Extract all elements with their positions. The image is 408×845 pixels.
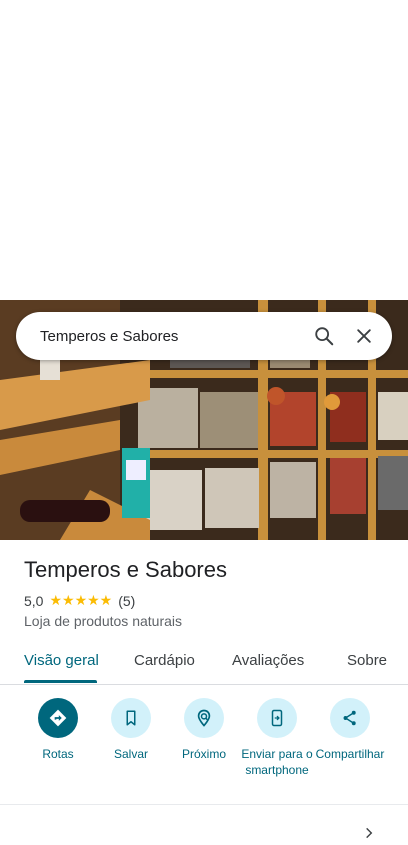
rating-row[interactable]: 5,0 ★★★★★ (5) xyxy=(24,592,135,609)
directions-icon xyxy=(38,698,78,738)
directions-button[interactable]: Rotas xyxy=(18,698,98,762)
tab-reviews[interactable]: Avaliações xyxy=(232,652,304,669)
tab-menu[interactable]: Cardápio xyxy=(134,652,195,669)
review-count[interactable]: (5) xyxy=(118,593,135,609)
place-category: Loja de produtos naturais xyxy=(24,613,182,629)
rating-value: 5,0 xyxy=(24,592,44,609)
nearby-label: Próximo xyxy=(181,747,226,761)
search-icon[interactable] xyxy=(304,316,344,356)
nearby-button[interactable]: Próximo xyxy=(164,698,244,762)
place-tabs: Visão geral Cardápio Avaliações Sobre xyxy=(0,640,408,685)
bookmark-icon xyxy=(111,698,151,738)
tab-about[interactable]: Sobre xyxy=(347,652,387,669)
send-to-phone-icon xyxy=(257,698,297,738)
close-icon[interactable] xyxy=(344,316,384,356)
divider xyxy=(0,804,408,805)
star-rating-icon: ★★★★★ xyxy=(49,592,113,608)
search-query-text[interactable]: Temperos e Sabores xyxy=(16,328,304,345)
send-to-phone-button[interactable]: Enviar para o smartphone xyxy=(237,698,317,778)
chevron-right-icon[interactable] xyxy=(362,826,376,845)
directions-label: Rotas xyxy=(42,747,74,761)
send-to-phone-label: Enviar para o smartphone xyxy=(241,747,313,777)
save-button[interactable]: Salvar xyxy=(91,698,171,762)
share-button[interactable]: Compartilhar xyxy=(310,698,390,762)
share-icon xyxy=(330,698,370,738)
active-tab-indicator xyxy=(24,680,97,683)
place-title: Temperos e Sabores xyxy=(24,557,227,582)
save-label: Salvar xyxy=(113,747,148,761)
search-bar[interactable]: Temperos e Sabores xyxy=(16,312,392,360)
action-buttons: Rotas Salvar Próximo Enviar para o smart… xyxy=(0,698,408,798)
tab-overview[interactable]: Visão geral xyxy=(24,652,99,669)
nearby-icon xyxy=(184,698,224,738)
share-label: Compartilhar xyxy=(315,747,385,761)
blank-map-area xyxy=(0,0,408,300)
